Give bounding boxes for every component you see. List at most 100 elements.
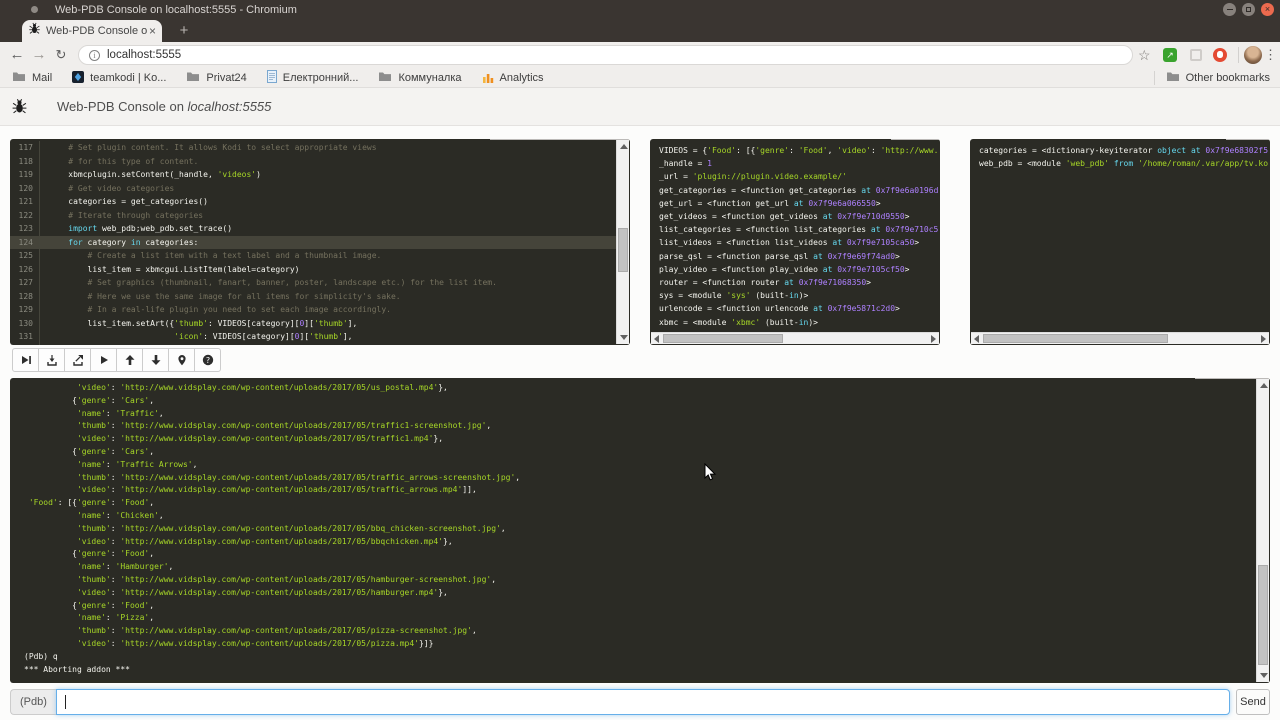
scroll-left-icon[interactable] <box>654 335 659 343</box>
browser-menu-icon[interactable]: ⋮ <box>1264 42 1277 68</box>
code-line-119: 119 xbmcplugin.setContent(_handle, 'vide… <box>10 168 617 182</box>
code-line-128: 128 # Here we use the same image for all… <box>10 290 617 304</box>
bookmark-elektronnij[interactable]: Електронний... <box>267 70 359 86</box>
locals-horizontal-scrollbar[interactable] <box>971 332 1269 344</box>
debug-step-into-button[interactable] <box>38 348 65 372</box>
output-line: 'thumb': 'http://www.vidsplay.com/wp-con… <box>24 523 1256 536</box>
bookmark-label: Коммуналка <box>398 72 461 84</box>
browser-window: Web-PDB Console on localhost:5555 - Chro… <box>0 0 1280 720</box>
folder-icon <box>378 71 392 85</box>
globals-horizontal-scrollbar[interactable] <box>651 332 939 344</box>
output-line: router = <function router at 0x7f9e71068… <box>659 276 938 289</box>
bookmarks-bar: Mail teamkodi | Ko... Privat24 Електронний.… <box>0 68 1280 88</box>
output-line: 'video': 'http://www.vidsplay.com/wp-con… <box>24 382 1256 395</box>
send-button[interactable]: Send <box>1236 689 1270 715</box>
globals-scroll-thumb[interactable] <box>663 334 783 343</box>
other-bookmarks-button[interactable]: Other bookmarks <box>1166 68 1270 88</box>
debug-where-button[interactable] <box>168 348 195 372</box>
tab-webpdb[interactable]: Web-PDB Console on loca × <box>22 20 162 42</box>
scroll-right-icon[interactable] <box>1261 335 1266 343</box>
code-line-120: 120 # Get video categories <box>10 182 617 196</box>
debug-help-button[interactable]: ? <box>194 348 221 372</box>
output-line: 'thumb': 'http://www.vidsplay.com/wp-con… <box>24 420 1256 433</box>
debug-down-button[interactable] <box>142 348 169 372</box>
tab-close-icon[interactable]: × <box>149 24 156 38</box>
scroll-right-icon[interactable] <box>931 335 936 343</box>
pdb-prompt-row: (Pdb) Send <box>10 689 1270 715</box>
mouse-cursor <box>704 463 717 487</box>
output-line: {'genre': 'Cars', <box>24 395 1256 408</box>
debug-continue-button[interactable] <box>90 348 117 372</box>
scroll-down-icon[interactable] <box>1260 673 1268 678</box>
output-line: 'Food': [{'genre': 'Food', <box>24 497 1256 510</box>
globals-label: Globals <box>891 139 940 140</box>
bookmark-label: teamkodi | Ko... <box>90 72 166 84</box>
new-tab-button[interactable]: + <box>172 22 196 40</box>
minimize-button[interactable] <box>1223 3 1236 16</box>
doc-icon <box>267 70 277 86</box>
console-vertical-scrollbar[interactable] <box>1256 379 1269 682</box>
folder-icon <box>186 71 200 85</box>
folder-icon <box>1166 71 1180 85</box>
toolbar-divider <box>1238 47 1239 63</box>
bookmark-star-icon[interactable]: ☆ <box>1138 42 1151 68</box>
output-line: get_url = <function get_url at 0x7f9e6a0… <box>659 197 938 210</box>
bookmark-analytics[interactable]: Analytics <box>482 71 544 86</box>
extension-ghost-icon[interactable] <box>1190 49 1202 61</box>
step-into-icon <box>46 354 58 366</box>
output-line: sys = <module 'sys' (built-in)> <box>659 289 938 302</box>
reload-button[interactable]: ↻ <box>50 42 72 68</box>
output-line: 'name': 'Hamburger', <box>24 561 1256 574</box>
output-line: get_categories = <function get_categorie… <box>659 184 938 197</box>
bookmark-teamkodi[interactable]: teamkodi | Ko... <box>72 71 166 86</box>
other-bookmarks-label: Other bookmarks <box>1186 72 1270 84</box>
page-title: Web-PDB Console on localhost:5555 <box>57 88 271 126</box>
profile-avatar[interactable] <box>1244 46 1262 64</box>
console-scroll-thumb[interactable] <box>1258 565 1268 665</box>
code-scroll-thumb[interactable] <box>618 228 628 272</box>
pdb-console-panel: PDB Console 'video': 'http://www.vidspla… <box>10 378 1270 683</box>
pdb-command-input[interactable] <box>56 689 1230 715</box>
address-bar[interactable]: i localhost:5555 <box>78 45 1133 65</box>
play-icon <box>98 354 110 366</box>
output-line: _url = 'plugin://plugin.video.example/' <box>659 170 938 183</box>
globals-lines: VIDEOS = {'Food': [{'genre': 'Food', 'vi… <box>650 144 938 329</box>
pdb-prompt-label: (Pdb) <box>10 689 56 715</box>
code-line-118: 118 # for this type of content. <box>10 155 617 169</box>
scroll-up-icon[interactable] <box>620 144 628 149</box>
extension-red-icon[interactable] <box>1213 48 1227 62</box>
bookmark-privat24[interactable]: Privat24 <box>186 71 246 85</box>
pdb-console-label: PDB Console <box>1195 378 1270 379</box>
scroll-up-icon[interactable] <box>1260 383 1268 388</box>
code-line-129: 129 # In a real-life plugin you need to … <box>10 303 617 317</box>
bookmark-label: Analytics <box>500 72 544 84</box>
locals-scroll-thumb[interactable] <box>983 334 1168 343</box>
code-line-125: 125 # Create a list item with a text lab… <box>10 249 617 263</box>
bookmark-kommunalka[interactable]: Коммуналка <box>378 71 461 85</box>
forward-button[interactable]: → <box>28 42 50 68</box>
output-line: (Pdb) q <box>24 651 1256 664</box>
code-vertical-scrollbar[interactable] <box>616 140 629 344</box>
output-line: 'video': 'http://www.vidsplay.com/wp-con… <box>24 433 1256 446</box>
maximize-button[interactable] <box>1242 3 1255 16</box>
code-line-122: 122 # Iterate through categories <box>10 209 617 223</box>
scroll-left-icon[interactable] <box>974 335 979 343</box>
locals-lines: categories = <dictionary-keyiterator obj… <box>970 144 1268 170</box>
window-title: Web-PDB Console on localhost:5555 - Chro… <box>55 0 297 20</box>
back-button[interactable]: ← <box>6 42 28 68</box>
site-info-icon[interactable]: i <box>89 50 100 61</box>
scroll-down-icon[interactable] <box>620 335 628 340</box>
step-next-icon <box>20 354 32 366</box>
output-line: {'genre': 'Food', <box>24 548 1256 561</box>
debug-return-button[interactable] <box>64 348 91 372</box>
code-line-123: 123 import web_pdb;web_pdb.set_trace() <box>10 222 617 236</box>
extension-green-icon[interactable]: ↗ <box>1163 48 1177 62</box>
close-button[interactable]: × <box>1261 3 1274 16</box>
url-text[interactable]: localhost:5555 <box>107 46 181 65</box>
debug-up-button[interactable] <box>116 348 143 372</box>
bookmark-mail[interactable]: Mail <box>12 71 52 85</box>
debug-next-button[interactable] <box>12 348 39 372</box>
output-line: list_videos = <function list_videos at 0… <box>659 236 938 249</box>
output-line: 'name': 'Pizza', <box>24 612 1256 625</box>
output-line: 'video': 'http://www.vidsplay.com/wp-con… <box>24 638 1256 651</box>
